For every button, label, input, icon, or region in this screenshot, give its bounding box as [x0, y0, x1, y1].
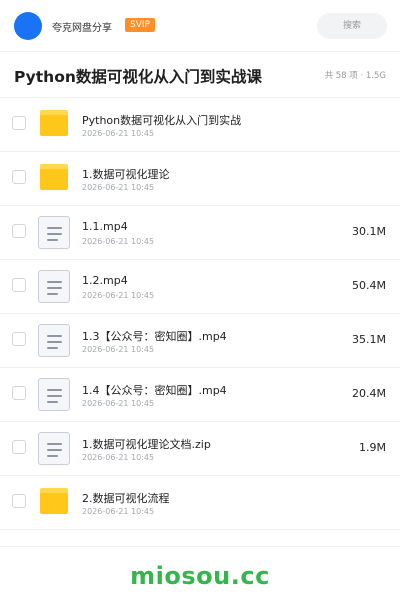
file-row[interactable]: 1.数据可视化理论 2026-06-21 10:45: [0, 152, 400, 206]
file-icon: [38, 324, 70, 358]
page-title: Python数据可视化从入门到实战课: [14, 68, 262, 86]
folder-header: Python数据可视化从入门到实战课 共 58 项 · 1.5G: [0, 52, 400, 98]
file-row[interactable]: Python数据可视化从入门到实战 2026-06-21 10:45: [0, 98, 400, 152]
file-row[interactable]: 1.3【公众号：密知圈】.mp4 2026-06-21 10:45 35.1M: [0, 314, 400, 368]
app-name: 夸克网盘分享: [52, 23, 112, 34]
divider: [0, 546, 400, 547]
file-date: 2026-06-21 10:45: [82, 129, 155, 138]
row-checkbox[interactable]: [12, 440, 26, 454]
row-checkbox[interactable]: [12, 170, 26, 184]
svip-badge: SVIP: [125, 18, 155, 32]
folder-meta: 共 58 项 · 1.5G: [324, 71, 386, 81]
file-name: 1.3【公众号：密知圈】.mp4: [82, 330, 227, 343]
file-icon: [38, 216, 70, 250]
file-name: 1.1.mp4: [82, 220, 128, 233]
file-row[interactable]: 1.2.mp4 2026-06-21 10:45 50.4M: [0, 260, 400, 314]
file-size: 1.9M: [359, 441, 386, 454]
file-row[interactable]: 1.数据可视化理论文档.zip 2026-06-21 10:45 1.9M: [0, 422, 400, 476]
file-list: Python数据可视化从入门到实战 2026-06-21 10:45 1.数据可视化…: [0, 98, 400, 530]
row-checkbox[interactable]: [12, 224, 26, 238]
file-date: 2026-06-21 10:45: [82, 183, 155, 192]
file-name: 1.2.mp4: [82, 274, 128, 287]
file-row[interactable]: 1.1.mp4 2026-06-21 10:45 30.1M: [0, 206, 400, 260]
folder-icon: [38, 486, 70, 520]
file-date: 2026-06-21 10:45: [82, 291, 155, 300]
row-checkbox[interactable]: [12, 116, 26, 130]
file-icon: [38, 270, 70, 304]
file-date: 2026-06-21 10:45: [82, 237, 155, 246]
file-date: 2026-06-21 10:45: [82, 507, 155, 516]
file-icon: [38, 378, 70, 412]
file-size: 20.4M: [352, 387, 386, 400]
file-size: 30.1M: [352, 225, 386, 238]
file-icon: [38, 432, 70, 466]
file-size: 35.1M: [352, 333, 386, 346]
row-checkbox[interactable]: [12, 494, 26, 508]
file-row[interactable]: 1.4【公众号：密知圈】.mp4 2026-06-21 10:45 20.4M: [0, 368, 400, 422]
folder-icon: [38, 108, 70, 142]
file-row[interactable]: 2.数据可视化流程 2026-06-21 10:45: [0, 476, 400, 530]
file-date: 2026-06-21 10:45: [82, 453, 155, 462]
avatar[interactable]: [14, 12, 42, 40]
file-date: 2026-06-21 10:45: [82, 399, 155, 408]
folder-icon: [38, 162, 70, 196]
file-date: 2026-06-21 10:45: [82, 345, 155, 354]
row-checkbox[interactable]: [12, 278, 26, 292]
file-name: 1.4【公众号：密知圈】.mp4: [82, 384, 227, 397]
top-bar: 夸克网盘分享 SVIP 搜索: [0, 0, 400, 52]
file-size: 50.4M: [352, 279, 386, 292]
row-checkbox[interactable]: [12, 332, 26, 346]
row-checkbox[interactable]: [12, 386, 26, 400]
file-name: 2.数据可视化流程: [82, 492, 170, 505]
watermark: miosou.cc: [130, 562, 270, 590]
file-name: 1.数据可视化理论文档.zip: [82, 438, 211, 451]
search-button[interactable]: 搜索: [317, 13, 387, 39]
file-name: 1.数据可视化理论: [82, 168, 170, 181]
file-name: Python数据可视化从入门到实战: [82, 114, 242, 127]
